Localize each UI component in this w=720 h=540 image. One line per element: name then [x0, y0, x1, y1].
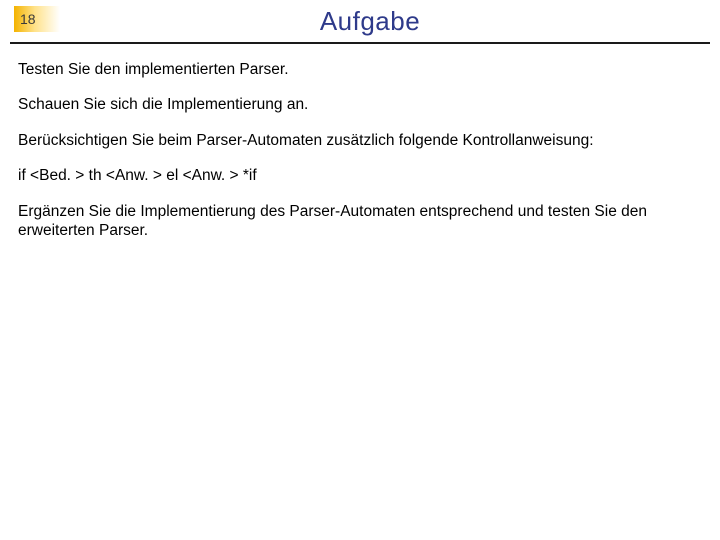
- page-number: 18: [20, 11, 36, 27]
- slide-title: Aufgabe: [320, 6, 420, 37]
- paragraph-1: Testen Sie den implementierten Parser.: [18, 60, 702, 79]
- paragraph-2: Schauen Sie sich die Implementierung an.: [18, 95, 702, 114]
- header-row: 18 Aufgabe: [0, 6, 720, 36]
- slide: 18 Aufgabe Testen Sie den implementierte…: [0, 6, 720, 540]
- paragraph-3: Berücksichtigen Sie beim Parser-Automate…: [18, 131, 702, 150]
- page-number-badge: 18: [14, 6, 60, 32]
- paragraph-4: if <Bed. > th <Anw. > el <Anw. > *if: [18, 166, 702, 185]
- paragraph-5: Ergänzen Sie die Implementierung des Par…: [18, 202, 702, 241]
- slide-content: Testen Sie den implementierten Parser. S…: [0, 44, 720, 240]
- title-wrap: Aufgabe: [60, 6, 720, 36]
